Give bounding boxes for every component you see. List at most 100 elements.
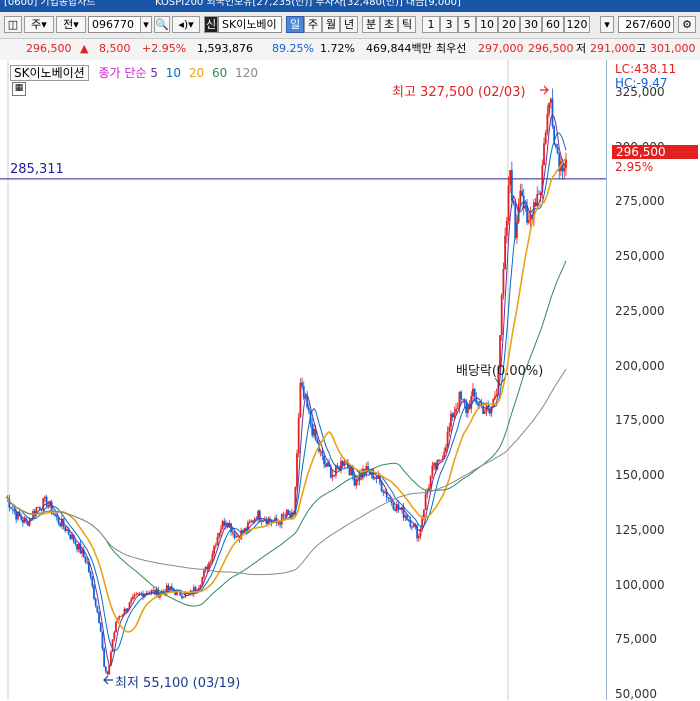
candle-body — [118, 616, 121, 618]
candle-body — [313, 428, 315, 436]
candle-body — [373, 477, 376, 479]
interval-10[interactable]: 10 — [476, 16, 498, 33]
candle-body — [137, 593, 139, 595]
interval-60[interactable]: 60 — [542, 16, 564, 33]
tab-period-day[interactable]: 일 — [286, 16, 304, 33]
speaker-icon[interactable]: ◂)▾ — [172, 16, 200, 33]
candle-body — [565, 159, 567, 169]
candle-body — [203, 570, 205, 577]
candle-body — [406, 515, 408, 520]
hline-value-label: 285,311 — [10, 162, 64, 177]
candle-body — [225, 522, 227, 526]
search-icon[interactable]: 🔍 — [154, 16, 170, 33]
candle-body — [563, 168, 566, 172]
candle-body — [507, 185, 510, 221]
candle-body — [94, 598, 97, 606]
current-price: 296,500 — [26, 42, 72, 55]
candle-body — [380, 482, 383, 492]
price-chart[interactable]: SK이노베이션 종가 단순 5 10 20 60 120 ▦ LC:438.11… — [0, 60, 700, 701]
interval-5[interactable]: 5 — [458, 16, 476, 33]
tab-period-month[interactable]: 월 — [322, 16, 340, 33]
candle-body — [231, 531, 234, 533]
tab-period-week[interactable]: 주 — [304, 16, 322, 33]
interval-20[interactable]: 20 — [498, 16, 520, 33]
candle-body — [37, 506, 40, 508]
settings-icon[interactable]: ⚙ — [678, 16, 696, 33]
candle-body — [10, 507, 12, 509]
y-tick-label: 175,000 — [615, 413, 665, 428]
candle-body — [448, 426, 451, 432]
candle-body — [89, 571, 92, 577]
candle-body — [428, 487, 430, 491]
tab-period-tick[interactable]: 틱 — [398, 16, 416, 33]
candle-body — [32, 511, 34, 519]
candle-body — [22, 519, 24, 523]
interval-1[interactable]: 1 — [422, 16, 440, 33]
candle-body — [407, 519, 410, 521]
interval-30[interactable]: 30 — [520, 16, 542, 33]
candle-body — [287, 509, 290, 514]
candle-body — [219, 529, 222, 533]
interval-120[interactable]: 120 — [564, 16, 590, 33]
candle-body — [223, 521, 226, 526]
candle-body — [521, 190, 523, 196]
interval-3[interactable]: 3 — [440, 16, 458, 33]
candle-body — [64, 526, 67, 531]
interval-dropdown-icon[interactable]: ▾ — [600, 16, 614, 33]
candle-body — [54, 513, 56, 516]
chart-plot-area[interactable] — [0, 60, 607, 700]
candle-body — [357, 479, 359, 481]
candle-body — [505, 220, 508, 236]
candle-body — [473, 388, 476, 397]
y-tick-label: 325,000 — [615, 85, 665, 99]
count-input[interactable]: 267/600 — [618, 16, 674, 33]
candle-body — [404, 515, 407, 518]
candle-body — [538, 194, 540, 196]
trading-amount: 469,844백만 — [366, 42, 432, 55]
candle-body — [152, 590, 155, 592]
candle-body — [111, 639, 114, 653]
candle-body — [434, 463, 437, 470]
candle-body — [536, 194, 539, 206]
candle-body — [465, 403, 468, 413]
tab-period-minute[interactable]: 분 — [362, 16, 380, 33]
candle-body — [76, 544, 78, 550]
candle-body — [512, 200, 515, 204]
candle-body — [389, 498, 391, 500]
candle-body — [461, 399, 464, 401]
tab-period-second[interactable]: 초 — [380, 16, 398, 33]
candle-body — [324, 464, 327, 467]
candle-body — [297, 417, 300, 454]
type-select[interactable]: 주▾ — [24, 16, 54, 33]
y-tick-label: 50,000 — [615, 687, 657, 701]
candle-body — [181, 595, 183, 599]
candle-body — [71, 534, 73, 539]
y-tick-label: 250,000 — [615, 249, 665, 264]
candle-body — [444, 447, 447, 452]
preferred-label: 최우선 — [436, 42, 467, 55]
candle-body — [301, 382, 303, 387]
candle-body — [235, 536, 237, 538]
candle-body — [311, 423, 314, 436]
prev-select[interactable]: 전▾ — [56, 16, 86, 33]
low-annotation: 최저 55,100 (03/19) — [115, 676, 241, 691]
high-label: 고 — [636, 42, 647, 55]
candle-body — [299, 382, 302, 418]
candle-body — [544, 132, 547, 144]
candle-body — [243, 528, 246, 533]
stock-name-field[interactable]: SK이노베이 — [218, 16, 282, 33]
low-label: 저 — [576, 42, 587, 55]
y-tick-label: 225,000 — [615, 303, 665, 318]
code-dropdown-icon[interactable]: ▾ — [140, 16, 152, 33]
candle-body — [236, 536, 239, 538]
candle-body — [450, 413, 452, 427]
candle-body — [59, 523, 62, 527]
candle-body — [453, 412, 456, 418]
candle-body — [319, 451, 322, 452]
candle-body — [162, 591, 165, 592]
tab-period-year[interactable]: 년 — [340, 16, 358, 33]
candle-body — [394, 509, 397, 511]
layout-icon[interactable]: ◫ — [4, 16, 22, 33]
candle-body — [519, 190, 522, 205]
candle-body — [438, 459, 441, 461]
